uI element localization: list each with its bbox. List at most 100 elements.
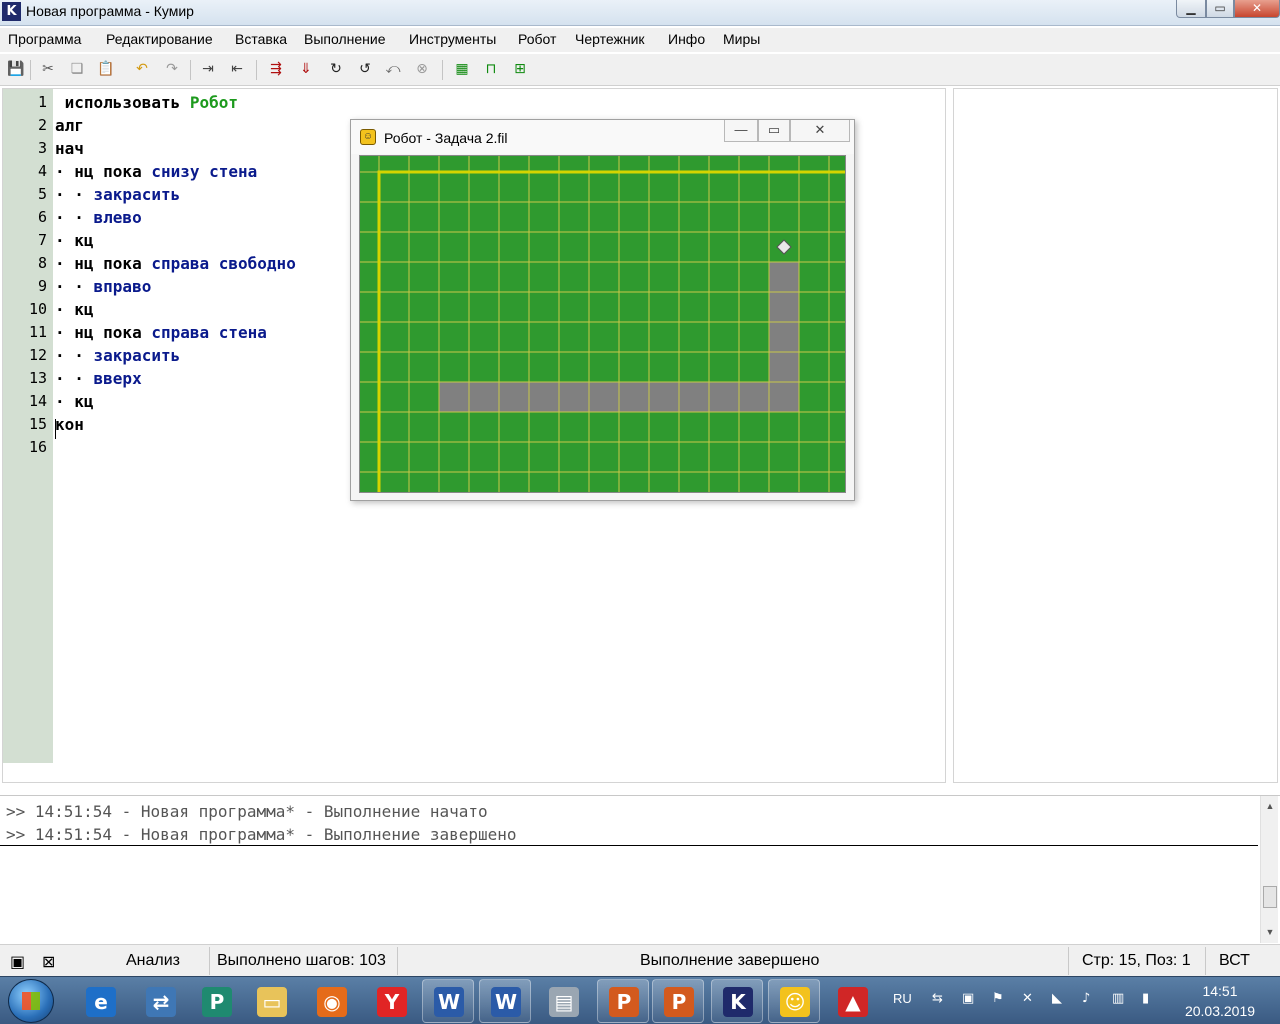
cut-icon[interactable]: ✂: [37, 58, 59, 80]
outdent-icon[interactable]: ⇤: [226, 58, 248, 80]
output-panel[interactable]: >> 14:51:54 - Новая программа* - Выполне…: [0, 795, 1280, 943]
taskbar-app-button[interactable]: P: [597, 979, 649, 1023]
stop-icon[interactable]: ⊗: [411, 58, 433, 80]
taskbar-app-button[interactable]: K: [711, 979, 763, 1023]
robot-world-icon[interactable]: ▦: [451, 58, 473, 80]
robot-window-icon[interactable]: ⊓: [480, 58, 502, 80]
code-line[interactable]: · кц: [55, 300, 94, 319]
taskbar-app-button[interactable]: ▭: [245, 979, 297, 1023]
scroll-up-icon[interactable]: ▲: [1261, 798, 1279, 814]
system-clock[interactable]: 14:51 20.03.2019: [1175, 981, 1265, 1021]
taskbar-app-button[interactable]: W: [479, 979, 531, 1023]
step-back-icon[interactable]: ⤺: [382, 58, 404, 80]
painted-cell: [439, 382, 469, 412]
robot-maximize-button[interactable]: ▭: [758, 120, 790, 142]
step-in-icon[interactable]: ↻: [325, 58, 347, 80]
taskbar-app-button[interactable]: W: [422, 979, 474, 1023]
power-icon[interactable]: ▮: [1142, 991, 1149, 1006]
code-line[interactable]: · нц пока справа стена: [55, 323, 267, 342]
tray-arrow-icon[interactable]: ⇆: [932, 991, 943, 1006]
taskbar-app-button[interactable]: ▤: [537, 979, 589, 1023]
draw-world-icon[interactable]: ⊞: [509, 58, 531, 80]
code-line[interactable]: · кц: [55, 231, 94, 250]
robot-minimize-button[interactable]: —: [724, 120, 758, 142]
close-status-icon[interactable]: ⊠: [42, 952, 55, 971]
robot-field-grid: [360, 156, 845, 492]
line-number: 11: [28, 323, 47, 341]
network-status-icon[interactable]: ▥: [1112, 991, 1124, 1006]
code-line[interactable]: использовать Робот: [55, 93, 238, 112]
taskbar-app-button[interactable]: Y: [365, 979, 417, 1023]
scroll-thumb[interactable]: [1263, 886, 1277, 908]
painted-cell: [679, 382, 709, 412]
code-line[interactable]: · · вправо: [55, 277, 151, 296]
code-line[interactable]: · кц: [55, 392, 94, 411]
internet-explorer-icon: e: [86, 987, 116, 1017]
menu-insert[interactable]: Вставка: [235, 31, 287, 47]
menu-program[interactable]: Программа: [8, 31, 81, 47]
robot-window[interactable]: ☺ Робот - Задача 2.fil — ▭ ✕: [350, 119, 855, 501]
robot-face-icon: ☺: [360, 129, 376, 145]
code-line[interactable]: · · вверх: [55, 369, 142, 388]
output-scrollbar[interactable]: ▲ ▼: [1260, 796, 1278, 943]
menu-edit[interactable]: Редактирование: [106, 31, 213, 47]
tray-flag-icon[interactable]: ✕: [1022, 991, 1033, 1006]
robot-close-button[interactable]: ✕: [790, 120, 850, 142]
firefox-icon: ◉: [317, 987, 347, 1017]
step-over-icon[interactable]: ⇓: [295, 58, 317, 80]
taskbar-app-button[interactable]: e: [74, 979, 126, 1023]
taskbar-app-button[interactable]: ☺: [768, 979, 820, 1023]
line-number: 4: [37, 162, 47, 180]
line-number: 7: [37, 231, 47, 249]
code-text: использовать: [55, 93, 190, 112]
tray-update-icon[interactable]: ⚑: [992, 991, 1004, 1006]
code-line[interactable]: · · влево: [55, 208, 142, 227]
taskbar-app-button[interactable]: P: [652, 979, 704, 1023]
code-text: · ·: [55, 346, 94, 365]
paste-icon[interactable]: 📋: [95, 58, 117, 80]
code-line[interactable]: алг: [55, 116, 84, 135]
publisher-icon: P: [202, 987, 232, 1017]
run-icon[interactable]: ⇶: [265, 58, 287, 80]
code-line[interactable]: · · закрасить: [55, 185, 180, 204]
tray-app-icon[interactable]: ▣: [962, 991, 974, 1006]
tray-nvidia-icon[interactable]: ◣: [1052, 991, 1062, 1006]
cursor-position: Стр: 15, Поз: 1: [1082, 952, 1191, 969]
scroll-down-icon[interactable]: ▼: [1261, 924, 1279, 940]
redo-icon[interactable]: ↷: [161, 58, 183, 80]
copy-icon[interactable]: ❏: [66, 58, 88, 80]
line-number: 14: [28, 392, 47, 410]
save-icon[interactable]: 💾: [5, 58, 27, 80]
code-line[interactable]: нач: [55, 139, 84, 158]
menu-info[interactable]: Инфо: [668, 31, 705, 47]
undo-icon[interactable]: ↶: [131, 58, 153, 80]
start-button[interactable]: [8, 979, 54, 1023]
powerpoint-icon: P: [609, 987, 639, 1017]
code-line[interactable]: · нц пока снизу стена: [55, 162, 257, 181]
indent-icon[interactable]: ⇥: [197, 58, 219, 80]
window-controls: ▁ ▭ ✕: [1176, 0, 1280, 18]
taskbar-app-button[interactable]: ▲: [826, 979, 878, 1023]
maximize-button[interactable]: ▭: [1206, 0, 1234, 18]
step-out-icon[interactable]: ↺: [354, 58, 376, 80]
menu-drawer[interactable]: Чертежник: [575, 31, 645, 47]
word-icon: W: [434, 987, 464, 1017]
code-line[interactable]: кон: [55, 415, 84, 434]
menu-worlds[interactable]: Миры: [723, 31, 760, 47]
language-indicator[interactable]: RU: [893, 991, 912, 1006]
close-button[interactable]: ✕: [1234, 0, 1280, 18]
robot-field[interactable]: [359, 155, 846, 493]
taskbar-app-button[interactable]: P: [190, 979, 242, 1023]
menu-run[interactable]: Выполнение: [304, 31, 385, 47]
line-number: 10: [28, 300, 47, 318]
taskbar-app-button[interactable]: ◉: [305, 979, 357, 1023]
code-line[interactable]: · · закрасить: [55, 346, 180, 365]
code-line[interactable]: · нц пока справа свободно: [55, 254, 296, 273]
taskbar-app-button[interactable]: ⇄: [134, 979, 186, 1023]
line-number: 2: [37, 116, 47, 134]
menu-tools[interactable]: Инструменты: [409, 31, 496, 47]
volume-icon[interactable]: ♪: [1082, 991, 1090, 1006]
menu-robot[interactable]: Робот: [518, 31, 556, 47]
minimize-button[interactable]: ▁: [1176, 0, 1206, 18]
save-status-icon[interactable]: ▣: [10, 952, 25, 971]
